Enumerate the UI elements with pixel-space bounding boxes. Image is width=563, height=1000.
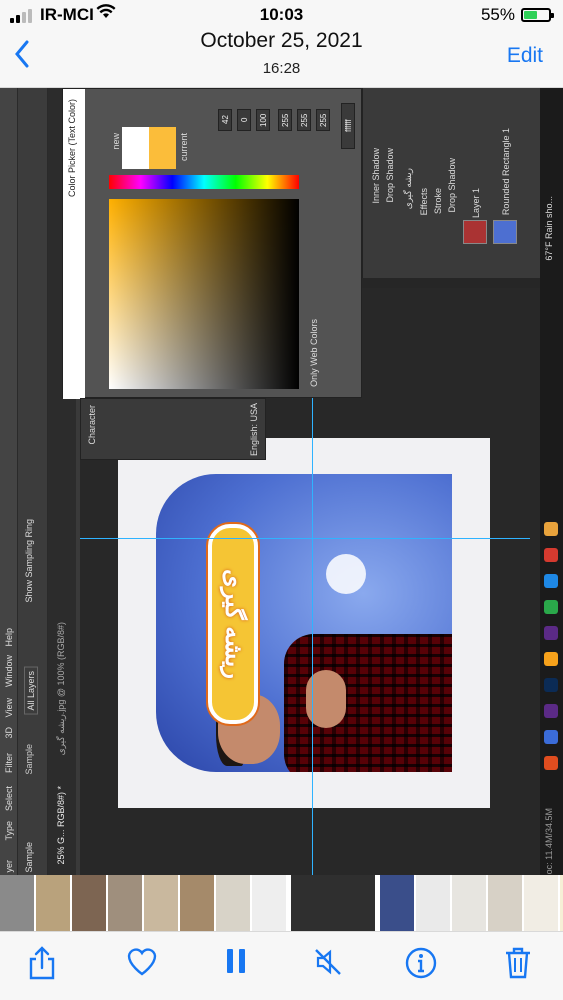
app-icon[interactable] xyxy=(544,626,558,640)
photo-time: 16:28 xyxy=(262,60,301,77)
hex-field[interactable]: ffffff xyxy=(341,103,355,149)
thumbnail[interactable] xyxy=(524,875,558,931)
sample-label: Sample xyxy=(24,842,34,873)
menu-item-view: View xyxy=(4,697,14,717)
menu-item-type: Type xyxy=(4,821,14,841)
pause-button[interactable] xyxy=(218,946,254,982)
layer-name[interactable]: ریشه گیری xyxy=(403,168,413,209)
doc-size-status: oc: 11.4M/34.5M xyxy=(544,808,554,875)
blue-field[interactable]: 255 xyxy=(316,109,330,131)
thumbnail[interactable] xyxy=(452,875,486,931)
color-picker-dialog: Color Picker (Text Color) new current On… xyxy=(62,88,362,399)
layer-effect: Inner Shadow xyxy=(371,148,381,204)
thumbnail[interactable] xyxy=(488,875,522,931)
s-field[interactable]: 0 xyxy=(237,109,251,131)
clock: 10:03 xyxy=(259,5,304,24)
status-bar: IR-MCI 10:03 55% xyxy=(0,4,563,25)
menu-item-filter: Filter xyxy=(4,753,14,773)
favorite-button[interactable] xyxy=(124,946,160,982)
title-artwork: ریشه گیری xyxy=(208,524,258,724)
layer-thumbnail xyxy=(463,220,487,244)
top-navigation-bar: IR-MCI 10:03 55% October 25, 2021 16:28 … xyxy=(0,0,563,88)
info-button[interactable] xyxy=(403,946,439,982)
guide-line xyxy=(80,538,530,539)
layer-effects: Effects xyxy=(419,188,429,216)
title-artwork-text: ریشه گیری xyxy=(220,569,247,679)
g-field[interactable]: 255 xyxy=(297,109,311,131)
thumbnail[interactable] xyxy=(72,875,106,931)
menu-item-3d: 3D xyxy=(4,727,14,739)
current-color-swatch xyxy=(149,127,176,169)
layer-name[interactable]: Rounded Rectangle 1 xyxy=(501,128,511,215)
weather-widget: 67°F Rain sho... xyxy=(544,196,554,261)
edit-button[interactable]: Edit xyxy=(507,44,543,68)
thumbnail[interactable] xyxy=(252,875,286,931)
app-icon[interactable] xyxy=(544,600,558,614)
app-icon[interactable] xyxy=(544,678,558,692)
h-field[interactable]: 42 xyxy=(218,109,232,131)
battery-icon xyxy=(521,8,554,22)
thumbnail-scrubber[interactable] xyxy=(0,875,563,931)
layer-effect: Stroke xyxy=(433,188,443,215)
document-tab: ریشه گیری.jpg @ 100% (RGB/8#) xyxy=(56,621,66,755)
thumbnail[interactable] xyxy=(108,875,142,931)
guide-line xyxy=(312,368,313,875)
logo-bubble xyxy=(326,554,366,594)
current-label: current xyxy=(179,133,189,162)
photo-viewer: IR-MCI 10:03 55% October 25, 2021 16:28 … xyxy=(0,0,563,1000)
layer-effect: Drop Shadow xyxy=(447,158,457,213)
app-icon[interactable] xyxy=(544,548,558,562)
battery-percent: 55% xyxy=(480,5,515,24)
new-color-swatch xyxy=(122,127,149,169)
app-icon[interactable] xyxy=(544,756,558,770)
app-icon[interactable] xyxy=(544,652,558,666)
character-panel: Character English: USA xyxy=(80,398,266,460)
thumbnail[interactable] xyxy=(0,875,34,931)
options-bar: Sample Sample All Layers Show Sampling R… xyxy=(18,88,48,875)
photo-content: yer Type Select Filter 3D View Window He… xyxy=(0,88,563,875)
delete-button[interactable] xyxy=(500,946,536,982)
menu-item-window: Window xyxy=(4,654,14,687)
app-icon[interactable] xyxy=(544,522,558,536)
thumbnail-selected[interactable] xyxy=(288,875,378,931)
show-sampling-ring: Show Sampling Ring xyxy=(24,519,34,603)
b-field[interactable]: 100 xyxy=(256,109,270,131)
language-select[interactable]: English: USA xyxy=(249,403,259,456)
document-canvas: ریشه گیری xyxy=(118,438,490,808)
photo-date: October 25, 2021 xyxy=(200,29,363,52)
layer-effect: Drop Shadow xyxy=(385,148,395,203)
menu-item-select: Select xyxy=(4,785,14,811)
new-label: new xyxy=(111,133,121,150)
r-field[interactable]: 255 xyxy=(278,109,292,131)
thumbnail[interactable] xyxy=(144,875,178,931)
windows-taskbar: 67°F Rain sho... oc: 11.4M/34.5M xyxy=(540,88,563,875)
menu-item: yer xyxy=(4,860,14,873)
mute-button[interactable] xyxy=(310,946,346,982)
thumbnail[interactable] xyxy=(180,875,214,931)
layer-name[interactable]: Layer 1 xyxy=(471,188,481,218)
app-icon[interactable] xyxy=(544,574,558,588)
hue-slider[interactable] xyxy=(109,175,299,189)
character-panel-title: Character xyxy=(87,405,97,445)
color-picker-title-bar: Color Picker (Text Color) xyxy=(63,89,85,399)
share-button[interactable] xyxy=(24,946,60,982)
thumbnail[interactable] xyxy=(416,875,450,931)
sample-select: All Layers xyxy=(24,667,38,715)
menu-item-help: Help xyxy=(4,628,14,647)
menu-bar: yer Type Select Filter 3D View Window He… xyxy=(0,88,18,875)
thumbnail[interactable] xyxy=(216,875,250,931)
thumbnail[interactable] xyxy=(380,875,414,931)
color-picker-title: Color Picker (Text Color) xyxy=(67,99,77,198)
app-icon[interactable] xyxy=(544,704,558,718)
sample-label-2: Sample xyxy=(24,744,34,775)
bottom-toolbar xyxy=(0,931,563,1000)
app-icon[interactable] xyxy=(544,730,558,744)
layer-thumbnail xyxy=(493,220,517,244)
color-field[interactable] xyxy=(109,199,299,389)
thumbnail-design: ریشه گیری xyxy=(156,474,452,772)
layers-panel: Inner Shadow Drop Shadow ریشه گیری Effec… xyxy=(362,88,542,278)
only-web-colors-label: Only Web Colors xyxy=(309,319,319,387)
thumbnail[interactable] xyxy=(36,875,70,931)
document-tab-active: 25% G... RGB/8#) * xyxy=(56,786,66,865)
